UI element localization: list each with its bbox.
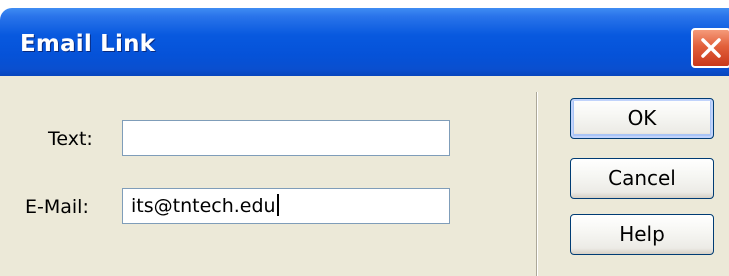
vertical-divider — [536, 92, 538, 276]
email-label: E-Mail: — [25, 196, 89, 218]
dialog-title: Email Link — [20, 31, 156, 57]
text-input[interactable] — [122, 120, 450, 156]
text-label: Text: — [48, 128, 93, 150]
dialog-body: Text: E-Mail: its@tntech.edu OK Cancel H… — [0, 76, 729, 276]
cancel-button[interactable]: Cancel — [570, 158, 714, 199]
title-bar[interactable]: Email Link — [0, 8, 729, 76]
email-link-dialog: Email Link Text: E-Mail: its@tntech.edu … — [0, 0, 729, 276]
email-input-value: its@tntech.edu — [131, 195, 276, 217]
ok-button[interactable]: OK — [570, 98, 714, 139]
close-button[interactable] — [691, 28, 729, 68]
email-input[interactable]: its@tntech.edu — [122, 188, 450, 224]
close-icon — [701, 38, 721, 58]
help-button[interactable]: Help — [570, 214, 714, 255]
text-cursor — [276, 194, 279, 216]
